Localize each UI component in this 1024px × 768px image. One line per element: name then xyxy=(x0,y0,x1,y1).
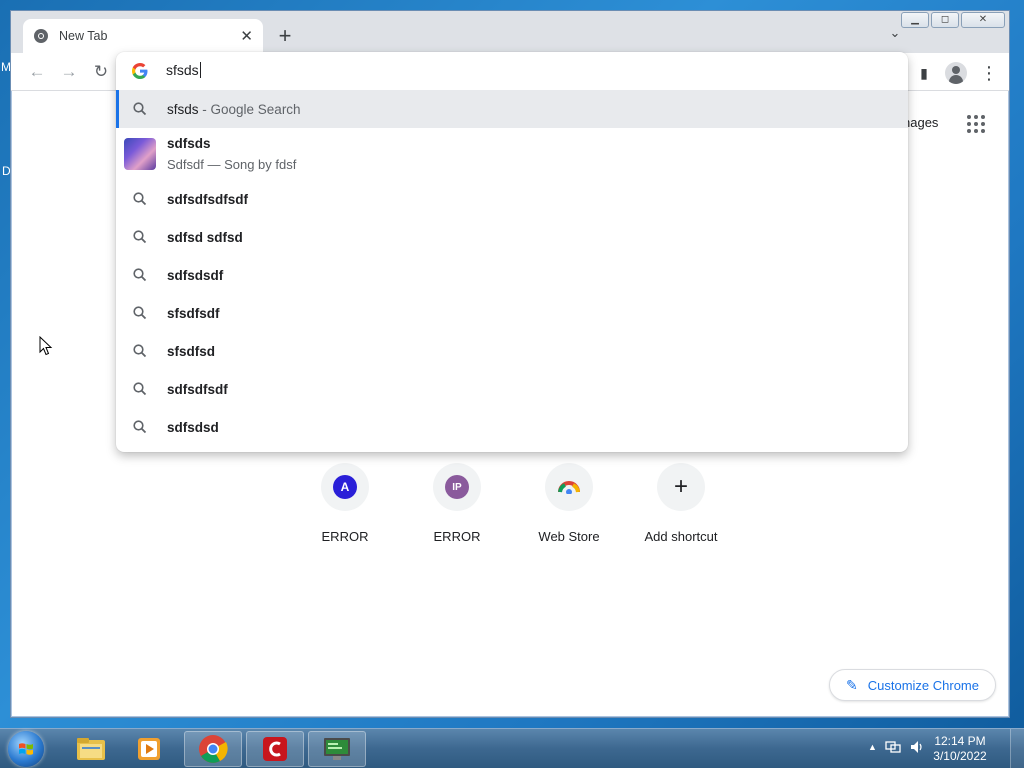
taskbar-media-player[interactable] xyxy=(120,731,178,767)
pencil-icon: ✎ xyxy=(846,676,858,693)
suggestion-text: sdfsdsd xyxy=(167,419,219,435)
media-player-icon xyxy=(138,738,160,760)
minimize-button[interactable]: ▁ xyxy=(901,12,929,28)
suggestion-text: sdfsd sdfsd xyxy=(167,229,243,245)
chrome-icon xyxy=(199,735,228,763)
clock-date: 3/10/2022 xyxy=(933,749,987,763)
shortcut-label: Web Store xyxy=(538,529,600,544)
shortcut-initial-icon: A xyxy=(333,475,357,499)
back-arrow-icon[interactable]: ← xyxy=(27,62,47,82)
shortcut-tile[interactable]: A ERROR xyxy=(289,463,401,544)
search-icon xyxy=(133,306,147,320)
suggestion-search-row[interactable]: sdfsdsd xyxy=(116,408,908,446)
clock-time: 12:14 PM xyxy=(934,734,986,748)
omnibox-input[interactable]: sfsds xyxy=(166,62,201,78)
taskbar-explorer[interactable] xyxy=(62,731,120,767)
apps-grid-icon[interactable] xyxy=(967,115,985,133)
tab-strip: New Tab ✕ + ⌄ ▁ ◻ ✕ xyxy=(11,11,1009,53)
side-panel-icon[interactable]: ▮ xyxy=(913,62,935,84)
omnibox-query-text: sfsds xyxy=(166,62,199,78)
close-window-button[interactable]: ✕ xyxy=(961,12,1005,28)
song-thumbnail xyxy=(124,138,156,170)
mouse-cursor-icon xyxy=(39,336,53,356)
suggestion-secondary: - Google Search xyxy=(198,101,301,117)
reload-icon[interactable]: ↻ xyxy=(91,62,111,82)
chrome-favicon-icon xyxy=(34,29,48,43)
google-g-icon xyxy=(132,63,148,79)
start-button[interactable] xyxy=(8,731,44,767)
shortcut-label: ERROR xyxy=(321,529,369,544)
omnibox-input-row[interactable]: sfsds xyxy=(116,52,908,90)
folder-icon xyxy=(77,738,105,760)
plus-icon: + xyxy=(673,473,688,500)
customize-chrome-button[interactable]: ✎ Customize Chrome xyxy=(829,669,996,701)
shortcut-icon-bg: IP xyxy=(433,463,481,511)
taskbar-clock[interactable]: 12:14 PM 3/10/2022 xyxy=(930,734,990,764)
taskbar-app-red[interactable] xyxy=(246,731,304,767)
shortcut-initial-icon: IP xyxy=(445,475,469,499)
tab-title: New Tab xyxy=(59,29,108,43)
search-icon xyxy=(133,192,147,206)
network-icon[interactable] xyxy=(885,739,901,755)
volume-icon[interactable] xyxy=(909,739,925,755)
suggestion-text: sfsds - Google Search xyxy=(167,102,301,117)
text-caret xyxy=(199,62,201,78)
omnibox-dropdown: sfsds sfsds - Google Search sdfsds Sdfsd… xyxy=(116,52,908,452)
suggestion-search-row[interactable]: sfsdfsd xyxy=(116,332,908,370)
windows-logo-icon xyxy=(19,743,33,755)
taskbar-chrome[interactable] xyxy=(184,731,242,767)
search-icon xyxy=(133,382,147,396)
forward-arrow-icon[interactable]: → xyxy=(59,62,79,82)
suggestion-entity-row[interactable]: sdfsds Sdfsdf — Song by fdsf xyxy=(116,128,908,180)
suggestion-text: sfsdfsdf xyxy=(167,305,220,321)
images-link[interactable]: nages xyxy=(903,115,938,130)
shortcut-tile[interactable]: IP ERROR xyxy=(401,463,513,544)
red-app-icon xyxy=(263,737,287,761)
search-icon xyxy=(133,230,147,244)
suggestion-search-row[interactable]: sdfsdsdf xyxy=(116,256,908,294)
search-icon xyxy=(133,268,147,282)
shortcut-label: ERROR xyxy=(433,529,481,544)
entity-subtitle: Sdfsdf — Song by fdsf xyxy=(167,157,297,172)
tab-new-tab[interactable]: New Tab ✕ xyxy=(23,19,263,53)
entity-title: sdfsds xyxy=(167,136,211,151)
windows-taskbar: ▲ 12:14 PM 3/10/2022 xyxy=(0,728,1024,768)
shortcut-label: Add shortcut xyxy=(644,529,718,544)
suggestion-text: sfsdfsd xyxy=(167,343,216,359)
maximize-button[interactable]: ◻ xyxy=(931,12,959,28)
suggestion-text: sdfsdsdf xyxy=(167,267,224,283)
suggestion-query: sfsds xyxy=(167,101,199,117)
show-desktop-button[interactable] xyxy=(1010,729,1024,768)
shortcuts-row: A ERROR IP ERROR Web Store + Add shortcu… xyxy=(289,463,737,544)
suggestion-search-row[interactable]: sfsds - Google Search xyxy=(116,90,908,128)
shortcut-icon-bg xyxy=(545,463,593,511)
taskbar-app-terminal[interactable] xyxy=(308,731,366,767)
tab-search-chevron-icon[interactable]: ⌄ xyxy=(885,25,905,45)
profile-avatar-icon[interactable] xyxy=(945,62,967,84)
window-controls: ▁ ◻ ✕ xyxy=(901,12,1005,28)
tray-expand-icon[interactable]: ▲ xyxy=(868,739,877,755)
web-store-icon xyxy=(558,481,580,494)
search-icon xyxy=(133,344,147,358)
suggestion-text: sdfsdfsdfsdf xyxy=(167,191,248,207)
menu-dots-icon[interactable]: ⋮ xyxy=(978,62,1000,84)
system-tray: ▲ xyxy=(868,739,925,755)
shortcut-tile[interactable]: Web Store xyxy=(513,463,625,544)
search-icon xyxy=(133,420,147,434)
shortcut-icon-bg: + xyxy=(657,463,705,511)
suggestion-search-row[interactable]: sfsdfsdf xyxy=(116,294,908,332)
search-icon xyxy=(133,102,147,116)
suggestion-search-row[interactable]: sdfsd sdfsd xyxy=(116,218,908,256)
close-tab-icon[interactable]: ✕ xyxy=(240,27,253,45)
monitor-app-icon xyxy=(324,738,350,760)
add-shortcut-tile[interactable]: + Add shortcut xyxy=(625,463,737,544)
shortcut-icon-bg: A xyxy=(321,463,369,511)
suggestion-search-row[interactable]: sdfsdfsdf xyxy=(116,370,908,408)
suggestion-text: sdfsdfsdf xyxy=(167,381,228,397)
customize-chrome-label: Customize Chrome xyxy=(867,677,979,693)
suggestion-search-row[interactable]: sdfsdfsdfsdf xyxy=(116,180,908,218)
new-tab-button[interactable]: + xyxy=(273,25,297,49)
